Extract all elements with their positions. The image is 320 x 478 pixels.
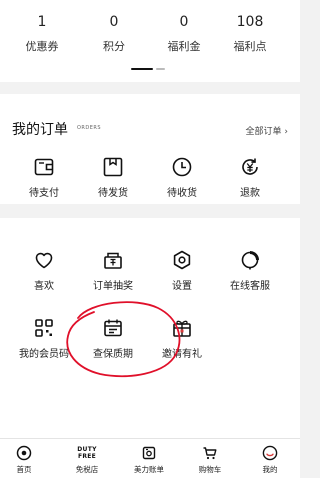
page-indicator-active	[131, 68, 153, 70]
tab-duty-free[interactable]: DUTY FREE 免税店	[57, 445, 117, 474]
order-item-refund[interactable]: 退款	[210, 155, 290, 200]
stat-points[interactable]: 0 积分	[84, 14, 144, 53]
wallet-icon	[34, 158, 54, 176]
service-item-label: 喜欢	[34, 281, 54, 292]
orders-title: 我的订单	[12, 122, 68, 138]
order-item-label: 退款	[240, 188, 260, 199]
stat-label: 积分	[103, 40, 125, 53]
home-icon	[16, 445, 32, 461]
stat-value: 1	[37, 14, 47, 30]
page-indicator-inactive	[156, 68, 165, 70]
service-item-label: 邀请有礼	[162, 349, 202, 360]
stat-label: 福利点	[233, 40, 267, 53]
service-item-label: 在线客服	[230, 281, 270, 292]
customer-service-icon	[241, 251, 259, 270]
service-item-label: 查保质期	[93, 349, 133, 360]
prize-icon	[104, 252, 122, 269]
bill-icon	[142, 446, 156, 460]
service-item-customer-service[interactable]: 在线客服	[210, 248, 290, 293]
service-item-invite-gift[interactable]: 邀请有礼	[142, 316, 222, 361]
orders-card: 我的订单 ORDERS 全部订单 › 待支付 待发货 待收货 退款	[0, 94, 300, 204]
service-item-check-shelf-life[interactable]: 查保质期	[73, 316, 153, 361]
heart-icon	[35, 252, 53, 269]
calendar-icon	[104, 319, 122, 337]
order-item-pending-shipment[interactable]: 待发货	[73, 155, 153, 200]
tab-bar: 首页 DUTY FREE 免税店 美力账单 购物车 我的	[0, 438, 300, 478]
service-item-member-code[interactable]: 我的会员码	[4, 316, 84, 361]
service-item-favorites[interactable]: 喜欢	[4, 248, 84, 293]
gift-icon	[173, 320, 191, 337]
order-item-label: 待发货	[98, 188, 128, 199]
stat-welfare-gold[interactable]: 0 福利金	[154, 14, 214, 53]
tab-label: 首页	[16, 465, 32, 474]
service-item-order-lottery[interactable]: 订单抽奖	[73, 248, 153, 293]
refund-icon	[242, 158, 258, 175]
duty-free-icon: DUTY FREE	[77, 446, 97, 460]
qr-code-icon	[35, 319, 53, 337]
order-item-pending-payment[interactable]: 待支付	[4, 155, 84, 200]
order-item-label: 待支付	[29, 188, 59, 199]
stat-value: 0	[109, 14, 119, 30]
stats-card: 1 优惠券 0 积分 0 福利金 108 福利点	[0, 0, 300, 82]
service-item-label: 我的会员码	[19, 349, 69, 360]
tab-label: 免税店	[75, 465, 99, 474]
tab-label: 我的	[262, 465, 278, 474]
stat-label: 福利金	[167, 40, 201, 53]
clock-icon	[172, 157, 192, 177]
stat-label: 优惠券	[25, 40, 59, 53]
services-card: 喜欢 订单抽奖 设置 在线客服 我的会员码 查保质期 邀请有礼	[0, 218, 300, 438]
tab-profile[interactable]: 我的	[240, 445, 300, 474]
all-orders-link[interactable]: 全部订单 ›	[246, 124, 288, 137]
tab-home[interactable]: 首页	[0, 445, 54, 474]
package-icon	[103, 157, 123, 177]
service-item-label: 订单抽奖	[93, 281, 133, 292]
stat-coupons[interactable]: 1 优惠券	[12, 14, 72, 53]
cart-icon	[203, 447, 217, 460]
profile-icon	[262, 445, 278, 461]
tab-label: 购物车	[198, 465, 222, 474]
tab-beauty-bill[interactable]: 美力账单	[119, 445, 179, 474]
tab-cart[interactable]: 购物车	[180, 445, 240, 474]
stat-value: 108	[236, 14, 264, 30]
tab-label: 美力账单	[134, 465, 164, 474]
stat-value: 0	[179, 14, 189, 30]
settings-icon	[173, 250, 191, 270]
orders-subtitle: ORDERS	[77, 125, 102, 131]
stat-welfare-points[interactable]: 108 福利点	[220, 14, 280, 53]
